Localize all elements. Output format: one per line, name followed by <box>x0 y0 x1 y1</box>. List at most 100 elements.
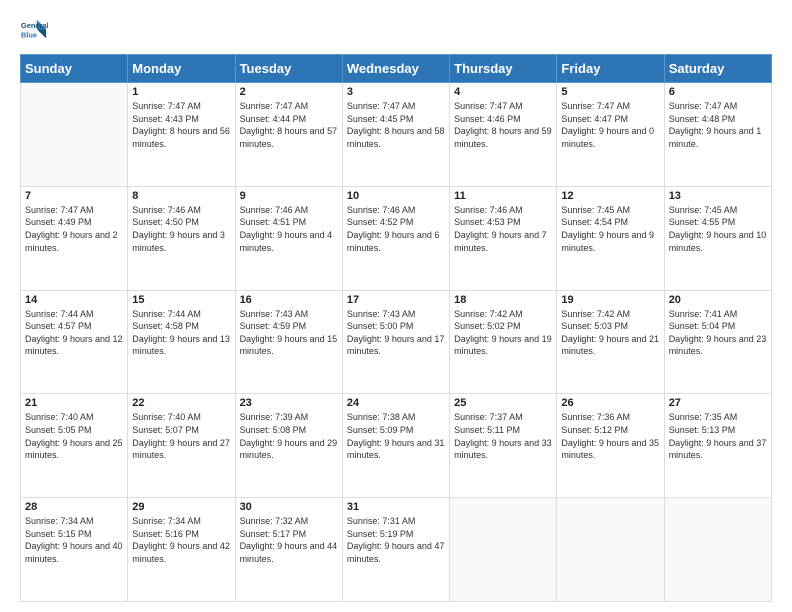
day-info: Sunrise: 7:46 AMSunset: 4:53 PMDaylight:… <box>454 204 552 254</box>
calendar-cell: 18 Sunrise: 7:42 AMSunset: 5:02 PMDayligh… <box>450 290 557 394</box>
day-info: Sunrise: 7:38 AMSunset: 5:09 PMDaylight:… <box>347 411 445 461</box>
calendar-cell: 20 Sunrise: 7:41 AMSunset: 5:04 PMDayligh… <box>664 290 771 394</box>
day-number: 13 <box>669 190 767 202</box>
calendar-week-row: 1 Sunrise: 7:47 AMSunset: 4:43 PMDaylight… <box>21 83 772 187</box>
day-number: 18 <box>454 294 552 306</box>
calendar-cell: 3 Sunrise: 7:47 AMSunset: 4:45 PMDaylight… <box>342 83 449 187</box>
calendar-cell: 23Sunrise: 7:39 AMSunset: 5:08 PMDayligh… <box>235 394 342 498</box>
calendar-cell: 5Sunrise: 7:47 AMSunset: 4:47 PMDaylight… <box>557 83 664 187</box>
logo-icon: General Blue <box>20 16 48 44</box>
day-info: Sunrise: 7:46 AMSunset: 4:50 PMDaylight:… <box>132 204 230 254</box>
calendar-cell: 13 Sunrise: 7:45 AMSunset: 4:55 PMDayligh… <box>664 186 771 290</box>
calendar-weekday-saturday: Saturday <box>664 55 771 83</box>
calendar-cell: 7 Sunrise: 7:47 AMSunset: 4:49 PMDaylight… <box>21 186 128 290</box>
svg-text:Blue: Blue <box>21 30 37 39</box>
calendar-cell: 1 Sunrise: 7:47 AMSunset: 4:43 PMDaylight… <box>128 83 235 187</box>
day-number: 4 <box>454 86 552 98</box>
day-number: 10 <box>347 190 445 202</box>
day-info: Sunrise: 7:47 AMSunset: 4:45 PMDaylight:… <box>347 100 445 150</box>
calendar-cell: 17 Sunrise: 7:43 AMSunset: 5:00 PMDayligh… <box>342 290 449 394</box>
calendar-week-row: 21Sunrise: 7:40 AMSunset: 5:05 PMDayligh… <box>21 394 772 498</box>
day-number: 11 <box>454 190 552 202</box>
day-info: Sunrise: 7:40 AMSunset: 5:07 PMDaylight:… <box>132 411 230 461</box>
day-number: 12 <box>561 190 659 202</box>
day-info: Sunrise: 7:44 AMSunset: 4:57 PMDaylight:… <box>25 308 123 358</box>
calendar-cell: 19 Sunrise: 7:42 AMSunset: 5:03 PMDayligh… <box>557 290 664 394</box>
day-info: Sunrise: 7:45 AMSunset: 4:55 PMDaylight:… <box>669 204 767 254</box>
day-info: Sunrise: 7:39 AMSunset: 5:08 PMDaylight:… <box>240 411 338 461</box>
svg-text:General: General <box>21 21 48 30</box>
day-number: 17 <box>347 294 445 306</box>
day-info: Sunrise: 7:47 AMSunset: 4:46 PMDaylight:… <box>454 100 552 150</box>
day-info: Sunrise: 7:32 AMSunset: 5:17 PMDaylight:… <box>240 515 338 565</box>
calendar-week-row: 7 Sunrise: 7:47 AMSunset: 4:49 PMDaylight… <box>21 186 772 290</box>
day-info: Sunrise: 7:44 AMSunset: 4:58 PMDaylight:… <box>132 308 230 358</box>
day-info: Sunrise: 7:37 AMSunset: 5:11 PMDaylight:… <box>454 411 552 461</box>
day-number: 6 <box>669 86 767 98</box>
day-number: 7 <box>25 190 123 202</box>
day-number: 31 <box>347 501 445 513</box>
day-info: Sunrise: 7:47 AMSunset: 4:43 PMDaylight:… <box>132 100 230 150</box>
calendar-cell: 24 Sunrise: 7:38 AMSunset: 5:09 PMDayligh… <box>342 394 449 498</box>
day-number: 19 <box>561 294 659 306</box>
day-number: 5 <box>561 86 659 98</box>
calendar-week-row: 28Sunrise: 7:34 AMSunset: 5:15 PMDayligh… <box>21 498 772 602</box>
day-info: Sunrise: 7:47 AMSunset: 4:49 PMDaylight:… <box>25 204 123 254</box>
day-info: Sunrise: 7:47 AMSunset: 4:44 PMDaylight:… <box>240 100 338 150</box>
calendar-cell: 27 Sunrise: 7:35 AMSunset: 5:13 PMDayligh… <box>664 394 771 498</box>
day-info: Sunrise: 7:42 AMSunset: 5:02 PMDaylight:… <box>454 308 552 358</box>
calendar-cell <box>21 83 128 187</box>
page: General Blue SundayMondayTuesdayWednesda… <box>0 0 792 612</box>
calendar-weekday-thursday: Thursday <box>450 55 557 83</box>
day-info: Sunrise: 7:41 AMSunset: 5:04 PMDaylight:… <box>669 308 767 358</box>
day-info: Sunrise: 7:43 AMSunset: 4:59 PMDaylight:… <box>240 308 338 358</box>
day-number: 1 <box>132 86 230 98</box>
calendar-weekday-wednesday: Wednesday <box>342 55 449 83</box>
logo: General Blue <box>20 16 48 44</box>
day-number: 14 <box>25 294 123 306</box>
day-info: Sunrise: 7:36 AMSunset: 5:12 PMDaylight:… <box>561 411 659 461</box>
calendar-cell: 28Sunrise: 7:34 AMSunset: 5:15 PMDayligh… <box>21 498 128 602</box>
calendar-cell: 8 Sunrise: 7:46 AMSunset: 4:50 PMDaylight… <box>128 186 235 290</box>
calendar-cell: 29 Sunrise: 7:34 AMSunset: 5:16 PMDayligh… <box>128 498 235 602</box>
calendar-cell: 2Sunrise: 7:47 AMSunset: 4:44 PMDaylight… <box>235 83 342 187</box>
day-number: 15 <box>132 294 230 306</box>
calendar-cell: 12 Sunrise: 7:45 AMSunset: 4:54 PMDayligh… <box>557 186 664 290</box>
header: General Blue <box>20 16 772 44</box>
day-info: Sunrise: 7:43 AMSunset: 5:00 PMDaylight:… <box>347 308 445 358</box>
calendar-cell <box>664 498 771 602</box>
day-number: 30 <box>240 501 338 513</box>
day-info: Sunrise: 7:46 AMSunset: 4:52 PMDaylight:… <box>347 204 445 254</box>
calendar-cell: 9Sunrise: 7:46 AMSunset: 4:51 PMDaylight… <box>235 186 342 290</box>
day-number: 28 <box>25 501 123 513</box>
day-number: 8 <box>132 190 230 202</box>
day-info: Sunrise: 7:34 AMSunset: 5:16 PMDaylight:… <box>132 515 230 565</box>
day-number: 29 <box>132 501 230 513</box>
calendar-cell: 10 Sunrise: 7:46 AMSunset: 4:52 PMDayligh… <box>342 186 449 290</box>
calendar-weekday-friday: Friday <box>557 55 664 83</box>
day-number: 20 <box>669 294 767 306</box>
calendar-cell: 16Sunrise: 7:43 AMSunset: 4:59 PMDayligh… <box>235 290 342 394</box>
day-number: 25 <box>454 397 552 409</box>
calendar-table: SundayMondayTuesdayWednesdayThursdayFrid… <box>20 54 772 602</box>
calendar-cell <box>450 498 557 602</box>
day-number: 3 <box>347 86 445 98</box>
calendar-cell: 4 Sunrise: 7:47 AMSunset: 4:46 PMDaylight… <box>450 83 557 187</box>
calendar-cell: 22 Sunrise: 7:40 AMSunset: 5:07 PMDayligh… <box>128 394 235 498</box>
day-info: Sunrise: 7:45 AMSunset: 4:54 PMDaylight:… <box>561 204 659 254</box>
calendar-weekday-tuesday: Tuesday <box>235 55 342 83</box>
calendar-cell: 14 Sunrise: 7:44 AMSunset: 4:57 PMDayligh… <box>21 290 128 394</box>
calendar-cell: 30 Sunrise: 7:32 AMSunset: 5:17 PMDayligh… <box>235 498 342 602</box>
calendar-cell: 6Sunrise: 7:47 AMSunset: 4:48 PMDaylight… <box>664 83 771 187</box>
calendar-week-row: 14 Sunrise: 7:44 AMSunset: 4:57 PMDayligh… <box>21 290 772 394</box>
day-number: 24 <box>347 397 445 409</box>
calendar-cell: 15 Sunrise: 7:44 AMSunset: 4:58 PMDayligh… <box>128 290 235 394</box>
calendar-weekday-sunday: Sunday <box>21 55 128 83</box>
day-number: 9 <box>240 190 338 202</box>
day-number: 22 <box>132 397 230 409</box>
calendar-cell: 31Sunrise: 7:31 AMSunset: 5:19 PMDayligh… <box>342 498 449 602</box>
calendar-header-row: SundayMondayTuesdayWednesdayThursdayFrid… <box>21 55 772 83</box>
day-info: Sunrise: 7:42 AMSunset: 5:03 PMDaylight:… <box>561 308 659 358</box>
day-number: 27 <box>669 397 767 409</box>
day-info: Sunrise: 7:35 AMSunset: 5:13 PMDaylight:… <box>669 411 767 461</box>
